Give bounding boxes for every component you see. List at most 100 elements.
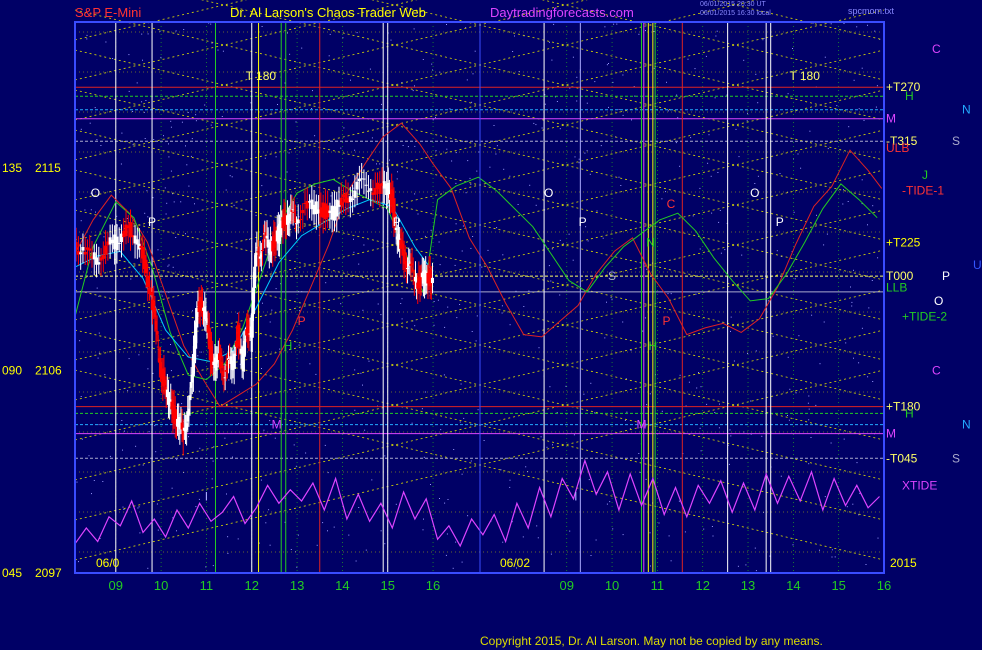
site-url[interactable]: Daytradingforecasts.com [490, 5, 634, 20]
star-dot [730, 435, 732, 437]
star-dot [422, 59, 424, 60]
star-dot [170, 120, 172, 122]
star-dot [379, 163, 381, 165]
star-dot [649, 532, 651, 534]
star-dot [199, 447, 201, 449]
star-dot [666, 81, 667, 83]
star-dot [340, 147, 342, 149]
star-dot [826, 233, 828, 235]
star-dot [381, 103, 382, 105]
star-dot [642, 330, 644, 332]
star-dot [692, 215, 694, 217]
star-dot [596, 210, 598, 212]
right-label: ULB [886, 141, 909, 155]
star-dot [165, 213, 167, 215]
star-dot [395, 503, 397, 505]
star-dot [354, 149, 356, 151]
star-dot [445, 554, 447, 556]
star-dot [120, 163, 122, 165]
star-dot [126, 218, 128, 219]
star-dot [424, 235, 426, 237]
star-dot [718, 427, 720, 429]
star-dot [362, 384, 363, 386]
star-dot [629, 428, 631, 430]
background [0, 0, 982, 650]
star-dot [154, 425, 156, 427]
star-dot [105, 41, 107, 43]
star-dot [123, 509, 125, 510]
star-dot [301, 47, 303, 49]
star-dot [476, 170, 478, 172]
star-dot [264, 157, 266, 159]
x-tick-label: 14 [335, 578, 349, 593]
star-dot [546, 470, 548, 472]
candle-body [351, 198, 355, 201]
star-dot [541, 127, 543, 129]
star-dot [688, 381, 690, 383]
star-dot [861, 327, 863, 329]
star-dot [851, 305, 853, 307]
star-dot [147, 368, 149, 370]
star-dot [861, 179, 863, 181]
star-dot [194, 203, 195, 205]
star-dot [690, 137, 692, 139]
star-dot [190, 155, 192, 157]
star-dot [474, 50, 476, 52]
star-dot [489, 166, 491, 168]
star-dot [808, 463, 810, 465]
star-dot [509, 486, 511, 488]
star-dot [611, 299, 613, 301]
star-dot [98, 424, 100, 426]
star-dot [268, 509, 270, 511]
star-dot [290, 549, 292, 550]
star-dot [446, 533, 448, 535]
star-dot [170, 370, 172, 372]
star-dot [86, 34, 88, 36]
x-tick-label: 09 [109, 578, 123, 593]
star-dot [451, 160, 453, 162]
star-dot [447, 499, 449, 500]
right-label: +T225 [886, 235, 921, 249]
star-dot [472, 236, 474, 237]
star-dot [700, 386, 702, 388]
in-chart-label: O [544, 186, 553, 200]
star-dot [705, 55, 707, 57]
star-dot [544, 103, 546, 105]
star-dot [550, 280, 552, 282]
right-label: H [905, 89, 914, 103]
x-tick-label: 13 [290, 578, 304, 593]
star-dot [459, 304, 461, 305]
star-dot [795, 392, 797, 394]
star-dot [295, 121, 297, 123]
in-chart-label: M [637, 418, 647, 432]
in-chart-label: I [205, 490, 208, 504]
site-title: Dr. Al Larson's Chaos Trader Web [230, 5, 426, 20]
star-dot [477, 409, 479, 411]
star-dot [238, 423, 239, 425]
star-dot [297, 534, 299, 536]
star-dot [144, 212, 146, 214]
star-dot [261, 185, 263, 187]
star-dot [210, 124, 212, 126]
star-dot [161, 295, 163, 297]
star-dot [719, 403, 720, 405]
star-dot [779, 173, 781, 174]
star-dot [741, 254, 743, 256]
star-dot [667, 293, 669, 295]
star-dot [222, 50, 224, 52]
star-dot [94, 107, 96, 109]
file-name: spcmom.txt [848, 6, 895, 16]
star-dot [263, 429, 265, 431]
star-dot [612, 81, 614, 83]
star-dot [746, 120, 748, 122]
star-dot [414, 145, 416, 147]
star-dot [433, 301, 435, 302]
candle-body [146, 275, 150, 288]
star-dot [728, 463, 730, 465]
star-dot [714, 97, 716, 99]
star-dot [750, 400, 752, 402]
right-label: -T045 [886, 451, 918, 465]
star-dot [622, 321, 624, 323]
star-dot [180, 201, 182, 203]
star-dot [141, 33, 143, 35]
